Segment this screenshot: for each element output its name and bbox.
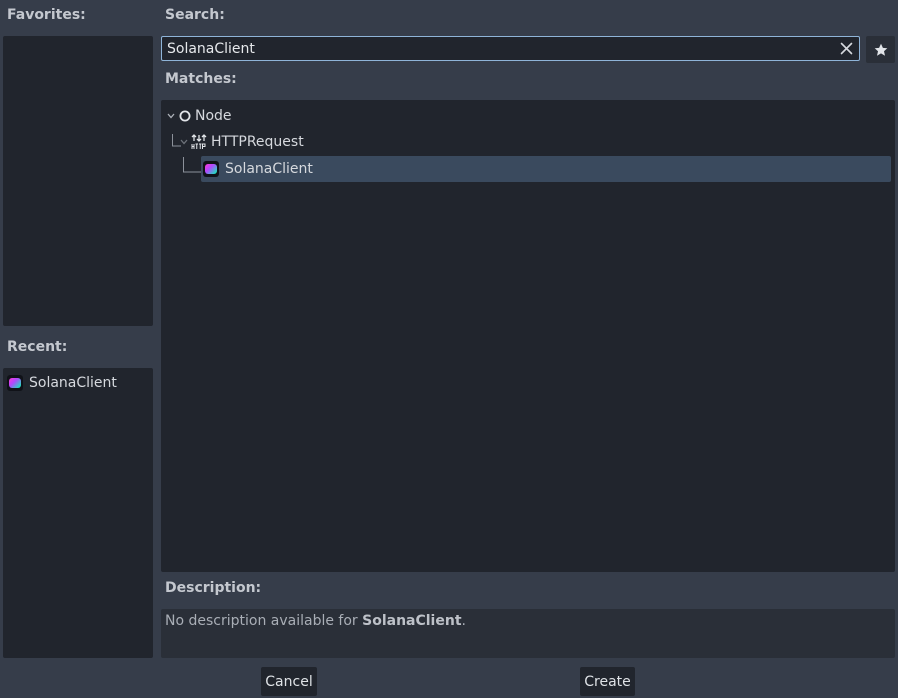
description-suffix: . bbox=[461, 613, 466, 629]
search-label: Search: bbox=[165, 7, 225, 23]
create-button[interactable]: Create bbox=[580, 667, 635, 696]
search-box[interactable] bbox=[161, 36, 860, 61]
recent-item-label: SolanaClient bbox=[29, 375, 117, 391]
tree-item-solana-client[interactable]: SolanaClient bbox=[201, 156, 891, 182]
tree-item-node[interactable]: Node bbox=[165, 104, 232, 128]
solana-client-icon bbox=[203, 161, 219, 177]
favorite-toggle-button[interactable] bbox=[866, 36, 895, 63]
description-prefix: No description available for bbox=[165, 613, 363, 629]
matches-label: Matches: bbox=[165, 71, 237, 87]
star-icon bbox=[874, 43, 887, 56]
chevron-down-icon[interactable] bbox=[165, 113, 177, 119]
solana-client-icon bbox=[7, 375, 23, 391]
http-request-icon bbox=[191, 134, 207, 150]
tree-item-label: SolanaClient bbox=[225, 161, 313, 177]
description-class-name: SolanaClient bbox=[362, 613, 462, 629]
recent-list[interactable]: SolanaClient bbox=[3, 368, 153, 658]
tree-item-label: HTTPRequest bbox=[211, 134, 304, 150]
close-icon[interactable] bbox=[838, 40, 855, 57]
recent-item-solana-client[interactable]: SolanaClient bbox=[7, 374, 117, 392]
matches-tree[interactable]: Node HTTPRequest SolanaClient bbox=[161, 100, 895, 572]
description-text: No description available for SolanaClien… bbox=[165, 613, 466, 629]
node-circle-icon bbox=[179, 110, 191, 122]
tree-item-httprequest[interactable]: HTTPRequest bbox=[165, 130, 304, 154]
favorites-label: Favorites: bbox=[7, 7, 86, 23]
search-input[interactable] bbox=[167, 39, 827, 58]
favorites-list[interactable] bbox=[3, 36, 153, 326]
recent-label: Recent: bbox=[7, 339, 68, 355]
tree-item-label: Node bbox=[195, 108, 232, 124]
description-label: Description: bbox=[165, 580, 262, 596]
cancel-button[interactable]: Cancel bbox=[261, 667, 317, 696]
description-panel: No description available for SolanaClien… bbox=[161, 609, 895, 658]
chevron-down-icon[interactable] bbox=[179, 139, 189, 145]
